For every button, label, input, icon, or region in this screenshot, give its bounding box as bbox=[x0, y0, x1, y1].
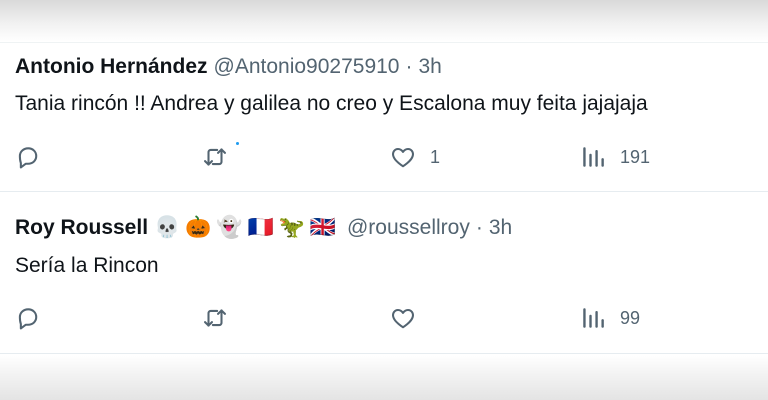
tweet-text: Tania rincón !! Andrea y galilea no creo… bbox=[15, 92, 648, 115]
france-flag-emoji: 🇫🇷 bbox=[247, 216, 274, 239]
reply-tweet[interactable]: Antonio Hernández @Antonio90275910 · 3h … bbox=[0, 42, 768, 192]
author-handle[interactable]: @roussellroy bbox=[347, 216, 470, 240]
like-button[interactable]: 1 bbox=[390, 142, 440, 172]
author-name[interactable]: Roy Roussell bbox=[15, 216, 148, 240]
reply-icon bbox=[18, 308, 38, 330]
bottom-edge-fade bbox=[0, 356, 768, 400]
view-count: 191 bbox=[620, 146, 651, 167]
retweet-icon bbox=[204, 309, 226, 327]
separator-dot: · bbox=[405, 55, 413, 78]
action-bar: 1 191 bbox=[0, 142, 768, 172]
tweet-text: Sería la Rincon bbox=[15, 254, 159, 277]
tweet-header: Antonio Hernández @Antonio90275910 · 3h bbox=[15, 55, 442, 79]
like-icon bbox=[392, 147, 414, 168]
tweet-header: Roy Roussell 💀 🎃 👻 🇫🇷 🦖 🇬🇧 @roussellroy … bbox=[15, 216, 512, 240]
dinosaur-emoji: 🦖 bbox=[278, 216, 305, 239]
action-bar: 99 bbox=[0, 303, 768, 333]
uk-flag-emoji: 🇬🇧 bbox=[309, 216, 336, 239]
name-emojis: 💀 🎃 👻 🇫🇷 🦖 🇬🇧 bbox=[154, 216, 341, 240]
unread-indicator-dot bbox=[236, 142, 239, 145]
retweet-button[interactable] bbox=[202, 142, 228, 172]
reply-icon bbox=[18, 147, 38, 169]
pumpkin-emoji: 🎃 bbox=[185, 216, 212, 239]
separator-dot: · bbox=[475, 216, 483, 239]
like-count: 1 bbox=[430, 146, 441, 167]
views-icon bbox=[583, 147, 604, 167]
skull-emoji: 💀 bbox=[154, 216, 181, 239]
like-button[interactable] bbox=[390, 303, 430, 333]
like-icon bbox=[392, 308, 414, 329]
reply-button[interactable] bbox=[15, 142, 55, 172]
top-edge-fade bbox=[0, 0, 768, 42]
reply-tweet[interactable]: Roy Roussell 💀 🎃 👻 🇫🇷 🦖 🇬🇧 @roussellroy … bbox=[0, 192, 768, 354]
views-icon bbox=[583, 308, 604, 328]
author-name[interactable]: Antonio Hernández bbox=[15, 55, 208, 79]
retweet-button[interactable] bbox=[202, 303, 228, 333]
tweet-timestamp[interactable]: 3h bbox=[489, 216, 512, 240]
tweet-timestamp[interactable]: 3h bbox=[418, 55, 441, 79]
view-count: 99 bbox=[620, 307, 641, 328]
author-handle[interactable]: @Antonio90275910 bbox=[214, 55, 400, 79]
views-button[interactable]: 99 bbox=[580, 303, 640, 333]
views-button[interactable]: 191 bbox=[580, 142, 650, 172]
retweet-icon bbox=[204, 148, 226, 166]
reply-button[interactable] bbox=[15, 303, 55, 333]
ghost-emoji: 👻 bbox=[216, 216, 243, 239]
